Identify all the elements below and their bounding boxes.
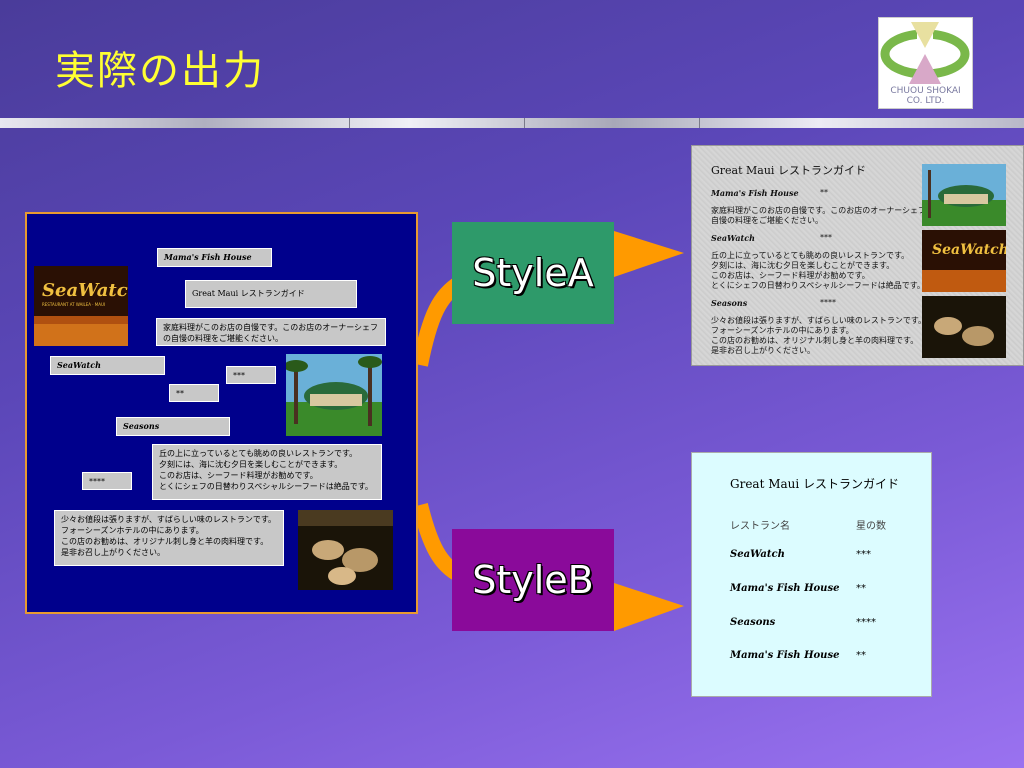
logo-text-line2: CO. LTD. (906, 96, 945, 106)
outA-building-photo (922, 164, 1006, 226)
outB-col-stars: 星の数 (856, 521, 886, 532)
sign-title: SeaWatch (42, 280, 128, 301)
sign-subtitle: RESTAURANT AT WAILEA · MAUI (42, 302, 106, 307)
styleA-output: Great Maui レストランガイド Mama's Fish House **… (691, 145, 1024, 366)
outA-r2-name: SeaWatch (711, 233, 755, 243)
seawatch-sign-photo: SeaWatch RESTAURANT AT WAILEA · MAUI (34, 266, 128, 346)
outA-r2-desc: 丘の上に立っているとても眺めの良いレストランです。 夕刻には、海に沈む夕日を楽しむ… (711, 251, 925, 290)
outA-r1-desc: 家庭料理がこのお店の自慢です。このお店のオーナーシェフの 自慢の料理をご堪能くださ… (711, 206, 935, 225)
outB-col-name: レストラン名 (730, 521, 790, 532)
mama-desc-box: 家庭料理がこのお店の自慢です。このお店のオーナーシェフ の自慢の料理をご堪能くだ… (156, 318, 386, 346)
seawatch-desc-box: 丘の上に立っているとても眺めの良いレストランです。 夕刻には、海に沈む夕日を楽し… (152, 444, 382, 500)
styleB-box: StyleB (452, 529, 614, 631)
outA-sign-photo: SeaWatch (922, 230, 1006, 292)
outB-row4-name: Mama's Fish House (730, 650, 840, 661)
seasons-stars-box: **** (82, 472, 132, 490)
outB-row2-name: Mama's Fish House (730, 583, 840, 594)
outA-title: Great Maui レストランガイド (711, 164, 866, 177)
outB-row1-name: SeaWatch (730, 549, 785, 560)
outA-r3-stars: **** (820, 298, 836, 307)
mama-label-box: Mama's Fish House (157, 248, 272, 267)
outB-title: Great Maui レストランガイド (730, 477, 900, 491)
seawatch-stars-box: *** (226, 366, 276, 384)
outB-row3-stars: **** (856, 617, 876, 628)
guide-title-box: Great Maui レストランガイド (185, 280, 357, 308)
styleA-box: StyleA (452, 222, 614, 324)
styleB-output: Great Maui レストランガイド レストラン名 星の数 SeaWatch … (691, 452, 932, 697)
outB-row1-stars: *** (856, 549, 871, 560)
arrow-to-outputA-icon (612, 231, 684, 277)
header-divider (0, 118, 1024, 128)
outA-r1-name: Mama's Fish House (711, 188, 799, 198)
company-logo: CHUOU SHOKAI CO. LTD. (878, 17, 973, 109)
seasons-label-box: Seasons (116, 417, 230, 436)
arrow-to-outputB-icon (612, 583, 684, 631)
outB-row2-stars: ** (856, 583, 866, 594)
outA-r2-stars: *** (820, 233, 832, 242)
outA-r3-desc: 少々お値段は張りますが、すばらしい味のレストランです。 フォーシーズンホテルの中に… (711, 316, 927, 355)
logo-emblem-icon (880, 18, 970, 88)
seasons-dining-photo (298, 510, 393, 590)
outA-r1-stars: ** (820, 188, 828, 197)
outB-row3-name: Seasons (730, 617, 776, 628)
outA-r3-name: Seasons (711, 298, 748, 308)
slide-title: 実際の出力 (55, 48, 265, 94)
outA-sign-title: SeaWatch (932, 242, 1006, 258)
outA-dining-photo (922, 296, 1006, 358)
source-layout-panel: SeaWatch RESTAURANT AT WAILEA · MAUI Mam… (25, 212, 418, 614)
mama-stars-box: ** (169, 384, 219, 402)
outB-row4-stars: ** (856, 650, 866, 661)
logo-text-line1: CHUOU SHOKAI (890, 86, 961, 96)
seawatch-label-box: SeaWatch (50, 356, 165, 375)
seasons-desc-box: 少々お値段は張りますが、すばらしい味のレストランです。 フォーシーズンホテルの中… (54, 510, 284, 566)
seawatch-building-photo (286, 354, 382, 436)
